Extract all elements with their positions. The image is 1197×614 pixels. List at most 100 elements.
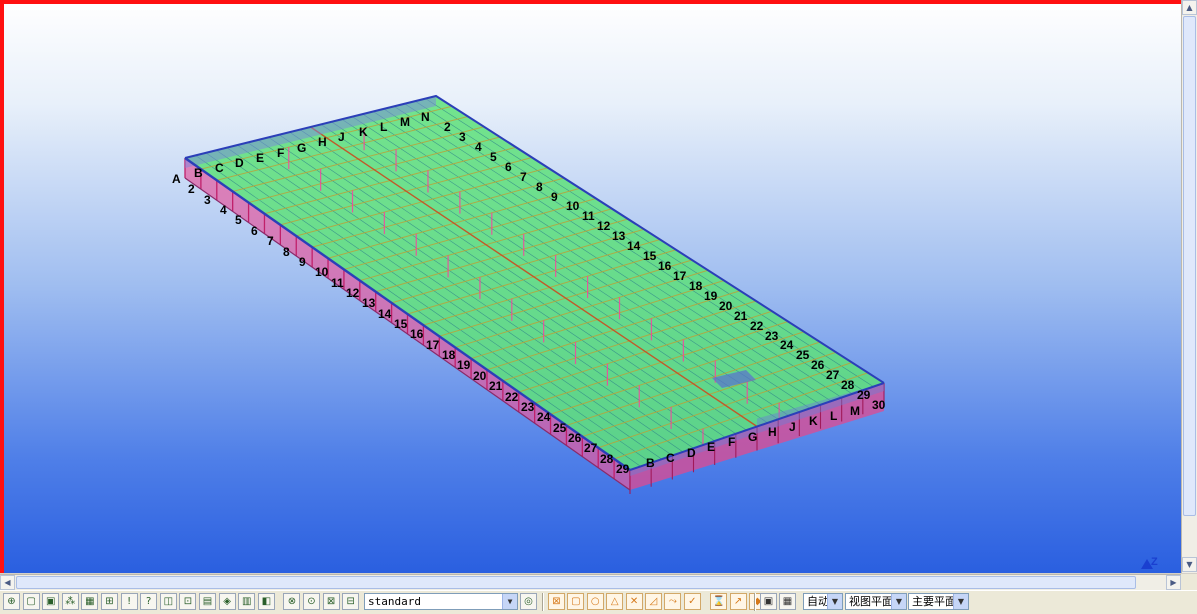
gridline-label: 10 [566, 199, 580, 213]
snap-points-icon[interactable]: ⊗ [283, 593, 301, 610]
select-reference-icon[interactable]: ◧ [257, 593, 275, 610]
select-grid-icon[interactable]: ▦ [81, 593, 99, 610]
gridline-label: 24 [537, 410, 551, 424]
gridline-label: 11 [331, 276, 344, 290]
scroll-right-icon[interactable]: ▶ [1166, 575, 1181, 590]
scroll-corner [1181, 574, 1197, 590]
gridline-label: G [748, 430, 758, 444]
snap-intersect-icon[interactable]: ✕ [625, 593, 643, 610]
gridline-label: 13 [612, 229, 626, 243]
gridline-label: H [768, 425, 777, 439]
snap-any-icon[interactable]: ⤳ [664, 593, 682, 610]
gridline-label: 21 [734, 309, 748, 323]
axis-label: Z [1151, 556, 1158, 568]
building-model[interactable] [0, 0, 1181, 573]
gridline-label: H [318, 135, 327, 149]
gridline-label: A [172, 172, 181, 186]
gridline-label: 29 [857, 388, 871, 402]
gridline-label: 14 [627, 239, 641, 253]
vertical-scroll-thumb[interactable] [1183, 16, 1196, 516]
gridline-label: 23 [765, 329, 779, 343]
select-planes-icon[interactable]: ▥ [238, 593, 256, 610]
gridline-label: 17 [673, 269, 687, 283]
gridline-label: L [830, 409, 838, 423]
gridline-label: 8 [536, 180, 543, 194]
chevron-down-icon[interactable]: ▼ [827, 594, 842, 609]
gridline-label: 18 [442, 348, 456, 362]
snap-center-icon[interactable]: ⊠ [322, 593, 340, 610]
snap-nearest-icon[interactable]: ○ [586, 593, 604, 610]
gridline-label: 20 [473, 369, 487, 383]
select-all-icon[interactable]: ⊕ [3, 593, 20, 610]
chevron-down-icon[interactable]: ▼ [502, 594, 517, 609]
main-plane-label: 主要平面 [912, 595, 956, 608]
snap-line-extend-icon[interactable]: ↗ [729, 593, 747, 610]
snap-mid-icon[interactable]: ⊟ [342, 593, 360, 610]
snap-extension-icon[interactable]: ◿ [645, 593, 662, 610]
gridline-label: 8 [283, 245, 290, 259]
scroll-up-icon[interactable]: ▲ [1182, 0, 1197, 15]
select-assemblies-icon[interactable]: ! [120, 593, 138, 610]
model-viewport[interactable]: A 2 3 4 5 6 7 8 9 10 11 12 13 14 15 16 17 18 19 20 21 22 23 24 2… [0, 0, 1181, 573]
select-objects-icon[interactable]: ⊡ [179, 593, 197, 610]
layout-icon[interactable]: ▦ [779, 593, 796, 610]
select-views-icon[interactable]: ⊞ [101, 593, 118, 610]
gridline-label: 2 [188, 182, 195, 196]
gridline-label: 3 [459, 130, 466, 144]
horizontal-scrollbar[interactable]: ◀ ▶ [0, 574, 1181, 591]
toolbar-separator [542, 593, 544, 611]
select-points-icon[interactable]: ⁂ [61, 593, 79, 610]
select-cuts-icon[interactable]: ◫ [159, 593, 177, 610]
auto-combo[interactable]: 自动 ▼ [803, 593, 843, 610]
snap-end-icon[interactable]: ⊙ [303, 593, 320, 610]
filter-value: standard [368, 595, 421, 608]
gridline-label: 19 [457, 358, 471, 372]
gridline-label: 24 [780, 338, 794, 352]
display-icon[interactable]: ▣ [760, 593, 777, 610]
gridline-label: 22 [750, 319, 764, 333]
chevron-down-icon[interactable]: ▼ [891, 594, 906, 609]
select-parts-icon[interactable]: ▢ [22, 593, 40, 610]
gridline-label: 7 [267, 234, 274, 248]
gridline-label: C [215, 161, 224, 175]
gridline-label: 6 [505, 160, 512, 174]
scroll-left-icon[interactable]: ◀ [0, 575, 15, 590]
snap-ref-lines-icon[interactable]: ⊠ [548, 593, 565, 610]
gridline-label: B [194, 166, 203, 180]
gridline-label: G [297, 141, 307, 155]
snap-perpendicular-icon[interactable]: △ [606, 593, 624, 610]
select-surfaces-icon[interactable]: ◈ [218, 593, 236, 610]
view-plane-combo[interactable]: 视图平面 ▼ [845, 593, 907, 610]
select-components-icon[interactable]: ▣ [42, 593, 60, 610]
gridline-label: 5 [235, 213, 242, 227]
chevron-down-icon[interactable]: ▼ [953, 594, 968, 609]
gridline-label: 11 [582, 209, 595, 223]
gridline-label: 28 [841, 378, 855, 392]
axis-arrow-icon: Z [1141, 556, 1158, 569]
gridline-label: 14 [378, 307, 392, 321]
gridline-label: 9 [551, 190, 558, 204]
select-rebars-icon[interactable]: ▤ [199, 593, 216, 610]
scroll-down-icon[interactable]: ▼ [1182, 557, 1197, 572]
active-view-border-left [0, 0, 4, 573]
gridline-label: N [421, 110, 430, 124]
vertical-scrollbar[interactable]: ▲ ▼ [1181, 0, 1197, 573]
main-plane-combo[interactable]: 主要平面 ▼ [908, 593, 969, 610]
snap-override-icon[interactable]: ⌛ [710, 593, 728, 610]
toolbar-separator [754, 593, 756, 611]
gridline-label: E [256, 151, 265, 165]
gridline-label: K [809, 414, 818, 428]
gridline-label: 5 [490, 150, 497, 164]
gridline-label: 16 [658, 259, 672, 273]
gridline-label: K [359, 125, 368, 139]
gridline-label: 12 [346, 286, 360, 300]
gridline-label: L [380, 120, 388, 134]
select-welds-icon[interactable]: ? [140, 593, 158, 610]
filter-settings-icon[interactable]: ◎ [520, 593, 537, 610]
gridline-label: J [789, 420, 796, 434]
horizontal-scroll-thumb[interactable] [16, 576, 1136, 589]
filter-combo[interactable]: standard ▼ [364, 593, 518, 610]
snap-free-icon[interactable]: ✓ [683, 593, 701, 610]
snap-geom-lines-icon[interactable]: ▢ [567, 593, 585, 610]
gridline-label: 27 [584, 441, 598, 455]
